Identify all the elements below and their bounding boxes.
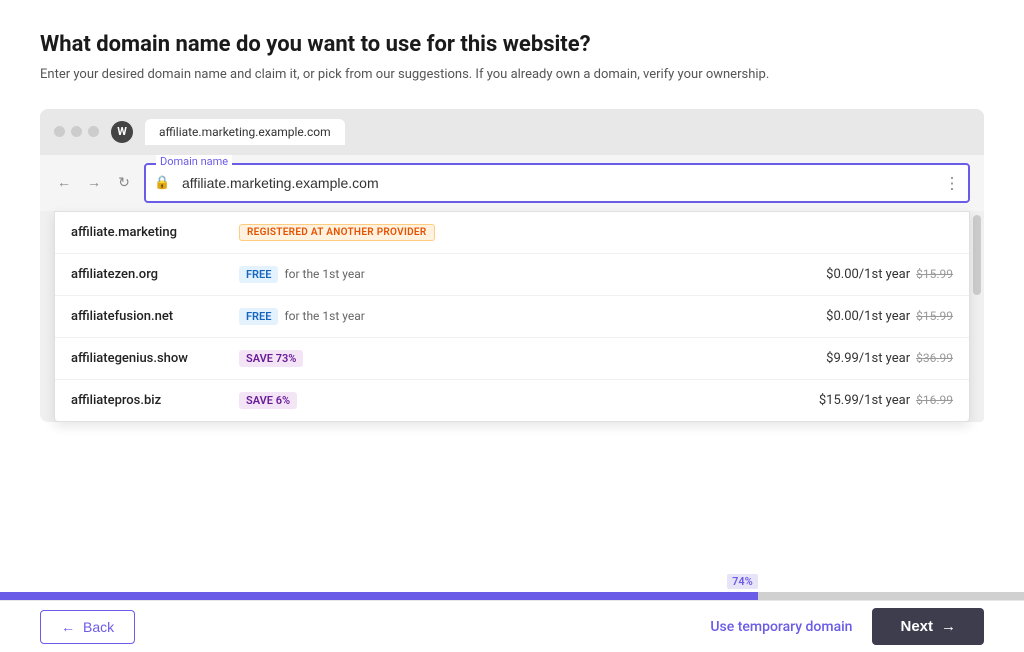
domain-option-4: affiliategenius.show: [71, 351, 231, 366]
browser-bar: W affiliate.marketing.example.com: [40, 109, 984, 155]
lock-icon: 🔒: [154, 175, 170, 190]
next-button-label: Next: [900, 618, 933, 635]
for-text-3: for the 1st year: [284, 309, 364, 323]
tab-url: affiliate.marketing.example.com: [159, 125, 331, 139]
page-subtitle: Enter your desired domain name and claim…: [40, 65, 984, 85]
for-text-2: for the 1st year: [284, 267, 364, 281]
footer: ← Back Use temporary domain Next →: [0, 600, 1024, 652]
back-arrow-icon: ←: [61, 619, 75, 635]
next-button[interactable]: Next →: [872, 608, 984, 645]
price-original-4: $36.99: [916, 351, 953, 365]
progress-bar-container: 74%: [0, 592, 1024, 600]
wordpress-icon: W: [111, 121, 133, 143]
price-original-2: $15.99: [916, 267, 953, 281]
back-button[interactable]: ← Back: [40, 610, 135, 644]
browser-dot-3: [88, 126, 99, 137]
domain-option-1: affiliate.marketing: [71, 225, 231, 240]
browser-nav-bar: ← → ↻ Domain name 🔒 ⋮: [40, 155, 984, 211]
domain-option-3: affiliatefusion.net: [71, 309, 231, 324]
browser-dot-1: [54, 126, 65, 137]
browser-mockup: W affiliate.marketing.example.com ← → ↻ …: [40, 109, 984, 422]
price-current-3: $0.00/1st year: [826, 309, 910, 324]
dropdown-row-registered[interactable]: affiliate.marketing REGISTERED AT ANOTHE…: [55, 212, 969, 254]
domain-option-2: affiliatezen.org: [71, 267, 231, 282]
price-current-2: $0.00/1st year: [826, 267, 910, 282]
domain-input-wrapper: Domain name 🔒 ⋮: [144, 163, 970, 203]
price-current-5: $15.99/1st year: [819, 393, 910, 408]
browser-tab[interactable]: affiliate.marketing.example.com: [145, 119, 345, 145]
price-original-3: $15.99: [916, 309, 953, 323]
scrollbar[interactable]: [970, 211, 984, 422]
price-section-5: $15.99/1st year $16.99: [819, 393, 953, 408]
price-original-5: $16.99: [916, 393, 953, 407]
domain-dropdown-container: affiliate.marketing REGISTERED AT ANOTHE…: [40, 211, 984, 422]
nav-forward-button[interactable]: →: [84, 173, 104, 193]
registered-badge: REGISTERED AT ANOTHER PROVIDER: [239, 224, 435, 241]
dropdown-row-fusion[interactable]: affiliatefusion.net FREE for the 1st yea…: [55, 296, 969, 338]
domain-input[interactable]: [144, 163, 970, 203]
free-badge-3: FREE: [239, 308, 278, 325]
save-badge-4: SAVE 73%: [239, 350, 303, 367]
price-section-2: $0.00/1st year $15.99: [826, 267, 953, 282]
dropdown-row-zen[interactable]: affiliatezen.org FREE for the 1st year $…: [55, 254, 969, 296]
dropdown-row-genius[interactable]: affiliategenius.show SAVE 73% $9.99/1st …: [55, 338, 969, 380]
domain-option-5: affiliatepros.biz: [71, 393, 231, 408]
free-badge-2: FREE: [239, 266, 278, 283]
domain-dropdown: affiliate.marketing REGISTERED AT ANOTHE…: [54, 211, 970, 422]
price-current-4: $9.99/1st year: [826, 351, 910, 366]
page-title: What domain name do you want to use for …: [40, 32, 984, 57]
price-section-4: $9.99/1st year $36.99: [826, 351, 953, 366]
progress-bar-fill: 74%: [0, 592, 758, 600]
save-badge-5: SAVE 6%: [239, 392, 297, 409]
scrollbar-thumb: [973, 215, 981, 295]
browser-dot-2: [71, 126, 82, 137]
nav-refresh-button[interactable]: ↻: [114, 173, 134, 193]
nav-back-button[interactable]: ←: [54, 173, 74, 193]
more-options-icon[interactable]: ⋮: [944, 173, 960, 192]
dropdown-row-pros[interactable]: affiliatepros.biz SAVE 6% $15.99/1st yea…: [55, 380, 969, 421]
price-section-3: $0.00/1st year $15.99: [826, 309, 953, 324]
browser-dots: [54, 126, 99, 137]
temp-domain-link[interactable]: Use temporary domain: [710, 619, 852, 635]
progress-label: 74%: [727, 574, 758, 589]
domain-input-label: Domain name: [156, 155, 232, 168]
next-arrow-icon: →: [941, 618, 956, 635]
back-button-label: Back: [83, 619, 114, 635]
